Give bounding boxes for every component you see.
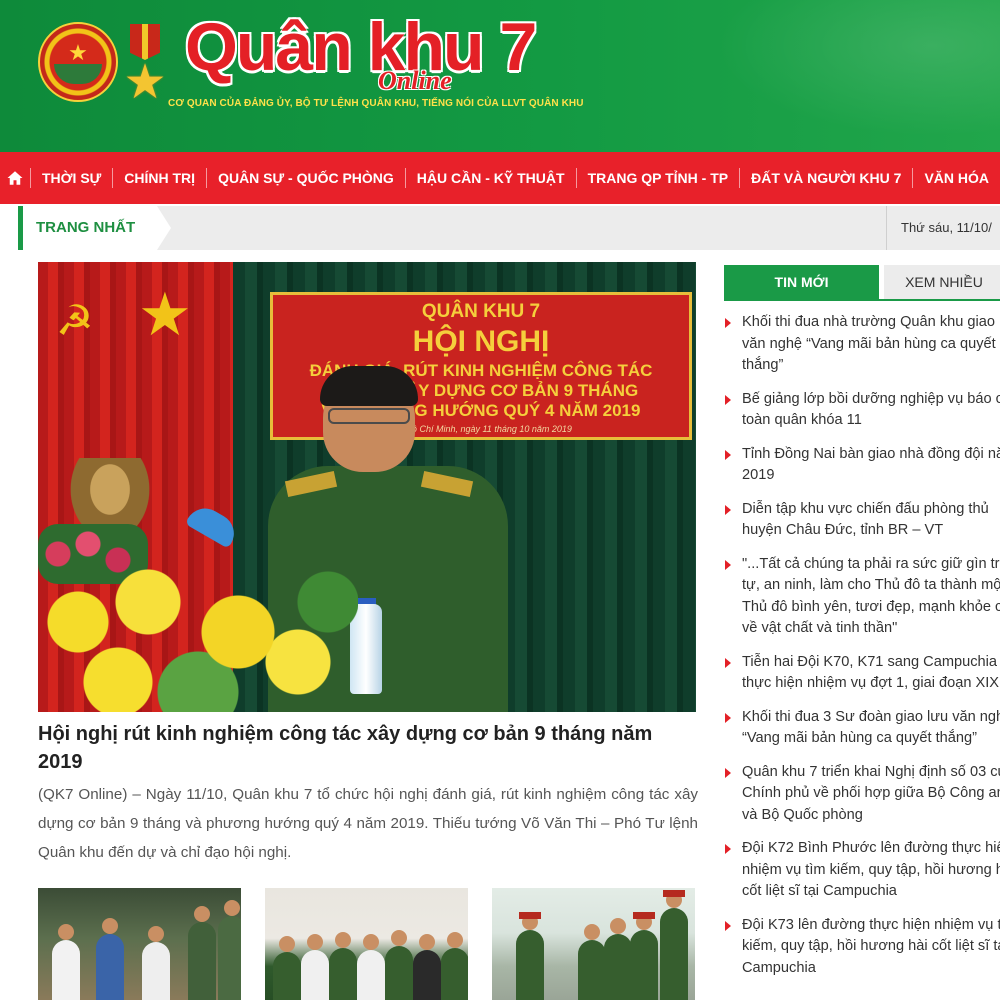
breadcrumb-home-link[interactable]: TRANG NHẤT	[23, 206, 172, 250]
news-item-text: thắng”	[742, 357, 784, 373]
news-item[interactable]: "...Tất cả chúng ta phải ra sức giữ gìn …	[724, 554, 1000, 640]
nav-item-van-hoa[interactable]: VĂN HÓA	[912, 168, 1000, 188]
news-item-text: Đội K73 lên đường thực hiện nhiệm vụ tìm	[742, 916, 1000, 933]
news-item-text: Thủ đô bình yên, tươi đẹp, mạnh khỏe cả	[742, 598, 1000, 615]
thumbnail-image[interactable]	[38, 888, 241, 1000]
thumbnail-image[interactable]	[492, 888, 695, 1000]
news-item-text: kiếm, quy tập, hồi hương hài cốt liệt sĩ…	[742, 938, 1000, 954]
news-item[interactable]: Đội K73 lên đường thực hiện nhiệm vụ tìm…	[724, 915, 1000, 980]
news-item-text: cốt liệt sĩ tại Campuchia	[742, 883, 897, 899]
news-item-text: Quân khu 7 triển khai Nghị định số 03 củ…	[742, 763, 1000, 780]
caret-right-icon	[725, 318, 731, 328]
news-item-text: nhiệm vụ tìm kiếm, quy tập, hồi hương hà…	[742, 861, 1000, 878]
news-item[interactable]: Diễn tập khu vực chiến đấu phòng thủ huyệ…	[724, 499, 1000, 542]
news-item-text: "...Tất cả chúng ta phải ra sức giữ gìn …	[742, 555, 1000, 572]
news-item-text: 2019	[742, 467, 775, 483]
news-item-text: và Bộ Quốc phòng	[742, 806, 863, 823]
flower-arrangement	[38, 562, 358, 712]
site-slogan: CƠ QUAN CỦA ĐẢNG ỦY, BỘ TƯ LỆNH QUÂN KHU…	[168, 98, 584, 109]
tab-tin-moi[interactable]: TIN MỚI	[724, 265, 879, 299]
latest-news-list: Khối thi đua nhà trường Quân khu giao lư…	[724, 312, 1000, 991]
news-item-text: Tiễn hai Đội K70, K71 sang Campuchia	[742, 653, 997, 670]
caret-right-icon	[725, 394, 731, 405]
news-item[interactable]: Khối thi đua 3 Sư đoàn giao lưu văn nghệ…	[724, 707, 1000, 750]
news-item-text: toàn quân khóa 11	[742, 412, 862, 428]
tab-xem-nhieu[interactable]: XEM NHIỀU	[884, 265, 1000, 299]
hammer-sickle-icon: ☭	[56, 297, 94, 344]
featured-article-image[interactable]: ☭ ★ QUÂN KHU 7 HỘI NGHỊ ĐÁNH GIÁ, RÚT KI…	[38, 262, 696, 712]
news-item-text: văn nghệ “Vang mãi bản hùng ca quyết	[742, 335, 996, 352]
breadcrumb: TRANG NHẤT Thứ sáu, 11/10/	[18, 206, 1000, 250]
caret-right-icon	[725, 712, 731, 723]
news-item-text: “Vang mãi bản hùng ca quyết thắng”	[742, 730, 978, 746]
main-nav: THỜI SỰ CHÍNH TRỊ QUÂN SỰ - QUỐC PHÒNG H…	[0, 152, 1000, 204]
related-thumbnails	[38, 888, 698, 1000]
nav-item-trang-qp-tinh[interactable]: TRANG QP TỈNH - TP	[575, 168, 740, 188]
nav-item-hau-can-ky-thuat[interactable]: HẬU CẦN - KỸ THUẬT	[404, 168, 576, 188]
news-item[interactable]: Tỉnh Đồng Nai bàn giao nhà đồng đội năm 2…	[724, 444, 1000, 487]
news-item[interactable]: Bế giảng lớp bồi dưỡng nghiệp vụ báo chí…	[724, 389, 1000, 432]
thumbnail-image[interactable]	[265, 888, 468, 1000]
news-item-text: Campuchia	[742, 959, 816, 976]
news-item-text: thực hiện nhiệm vụ đợt 1, giai đoạn XIX	[742, 675, 1000, 691]
nav-item-chinh-tri[interactable]: CHÍNH TRỊ	[112, 168, 206, 188]
nav-item-dat-va-nguoi[interactable]: ĐẤT VÀ NGƯỜI KHU 7	[739, 168, 912, 188]
home-icon	[7, 171, 23, 185]
banner-line: QUÂN KHU 7	[421, 301, 541, 322]
caret-right-icon	[725, 504, 731, 515]
caret-right-icon	[725, 767, 731, 778]
news-item[interactable]: Tiễn hai Đội K70, K71 sang Campuchia thực…	[724, 652, 1000, 695]
site-logo-subtitle: Online	[378, 66, 452, 95]
star-icon: ★	[138, 281, 192, 348]
news-item-text: Khối thi đua 3 Sư đoàn giao lưu văn nghệ	[742, 708, 1000, 725]
nav-home-button[interactable]	[0, 152, 30, 204]
medal-icon: ★	[120, 24, 170, 112]
caret-right-icon	[725, 844, 731, 854]
news-item-text: Khối thi đua nhà trường Quân khu giao lư…	[742, 314, 1000, 330]
banner-line: HỘI NGHỊ	[412, 325, 550, 358]
news-item[interactable]: Quân khu 7 triển khai Nghị định số 03 củ…	[724, 762, 1000, 827]
caret-right-icon	[725, 657, 731, 668]
news-item[interactable]: Đội K72 Bình Phước lên đường thực hiện nh…	[724, 838, 1000, 903]
site-logo-title[interactable]: Quân khu 7	[185, 8, 537, 86]
news-item-text: Đội K72 Bình Phước lên đường thực hiện	[742, 840, 1000, 856]
caret-right-icon	[725, 559, 731, 570]
current-date: Thứ sáu, 11/10/	[886, 206, 992, 250]
news-item-text: Diễn tập khu vực chiến đấu phòng thủ	[742, 500, 989, 517]
military-region-emblem-icon[interactable]: ★	[38, 22, 118, 102]
news-item-text: về vật chất và tinh thần"	[742, 620, 898, 636]
featured-article-title[interactable]: Hội nghị rút kinh nghiệm công tác xây dự…	[38, 720, 698, 776]
news-item[interactable]: Khối thi đua nhà trường Quân khu giao lư…	[724, 312, 1000, 377]
news-item-text: Bế giảng lớp bồi dưỡng nghiệp vụ báo chí	[742, 390, 1000, 407]
news-item-text: Tỉnh Đồng Nai bàn giao nhà đồng đội năm	[742, 445, 1000, 462]
news-item-text: Chính phủ về phối hợp giữa Bộ Công an	[742, 785, 1000, 801]
featured-article-summary: (QK7 Online) – Ngày 11/10, Quân khu 7 tổ…	[38, 786, 698, 861]
nav-item-thoi-su[interactable]: THỜI SỰ	[29, 168, 112, 188]
news-item-text: tự, an ninh, làm cho Thủ đô ta thành một	[742, 577, 1000, 593]
news-item-text: huyện Châu Đức, tỉnh BR – VT	[742, 522, 944, 538]
nav-item-quan-su-quoc-phong[interactable]: QUÂN SỰ - QUỐC PHÒNG	[206, 168, 405, 188]
caret-right-icon	[725, 920, 731, 931]
site-header: ★ ★ Quân khu 7 Online CƠ QUAN CỦA ĐẢNG Ủ…	[0, 0, 1000, 152]
sidebar-tabs: TIN MỚI XEM NHIỀU	[724, 265, 1000, 301]
caret-right-icon	[725, 449, 731, 460]
